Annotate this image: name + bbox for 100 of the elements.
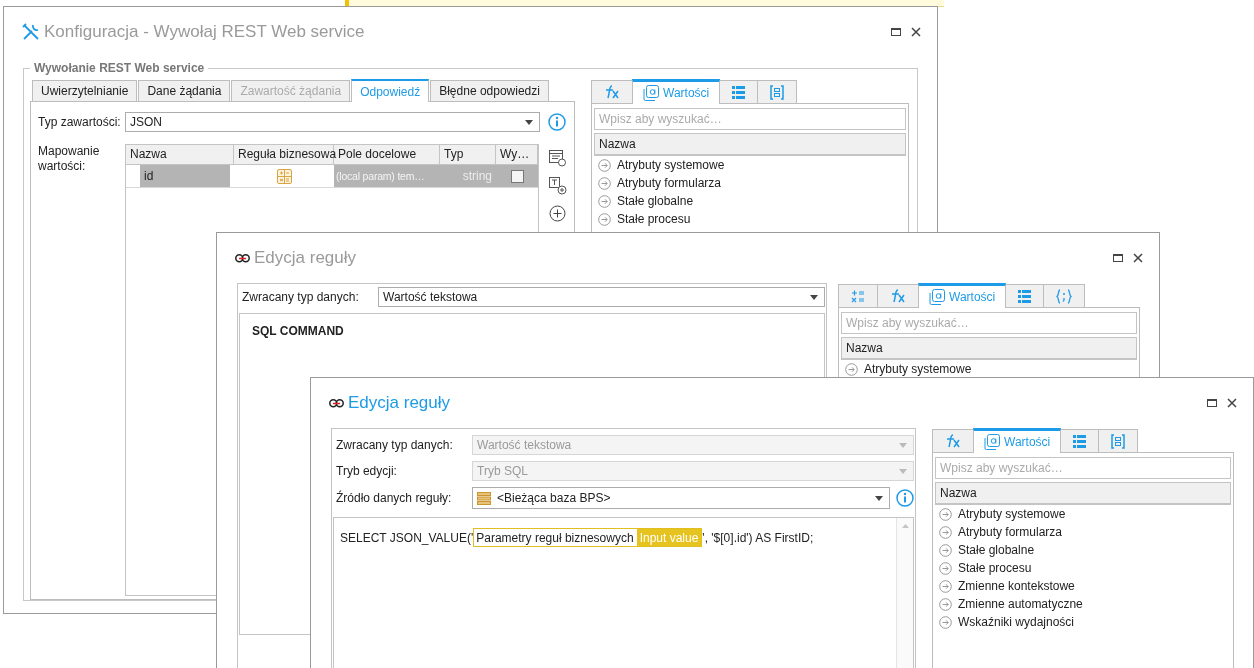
field-label: Źródło danych reguły: (336, 490, 453, 506)
panel-tab[interactable] (838, 284, 878, 307)
tab[interactable]: Błędne odpowiedzi (430, 80, 549, 101)
list-icon (1018, 289, 1032, 303)
dropdown-caret-icon (525, 119, 533, 125)
values-icon (929, 289, 945, 305)
field-label: Typ zawartości: (38, 114, 122, 130)
table-cell: string (440, 165, 496, 187)
minimize-icon[interactable] (1113, 254, 1123, 262)
table-cell: (local param) tem… (334, 165, 440, 187)
function-icon (890, 289, 906, 303)
tree-item[interactable]: Stałe globalne (935, 541, 1231, 559)
values-icon (643, 85, 659, 101)
close-icon[interactable] (1133, 253, 1143, 263)
field-label: Tryb edycji: (336, 463, 398, 479)
close-icon[interactable] (911, 27, 921, 37)
arrow-circle-icon (598, 194, 611, 208)
search-field[interactable]: Wpisz aby wyszukać… (841, 312, 1137, 334)
link-icon (235, 253, 250, 263)
panel-tab[interactable] (1098, 429, 1139, 452)
panel-tab[interactable] (1043, 284, 1086, 307)
wrench-icon (22, 23, 40, 41)
dropdown-caret-icon (899, 468, 907, 474)
dropdown-caret-icon (810, 294, 818, 300)
code-text: ', '$[0].id') AS FirstID; (702, 530, 814, 545)
database-icon (477, 491, 491, 505)
parameter-group: Parametry reguł biznesowych (476, 530, 634, 545)
field-label: Zwracany typ danych: (336, 437, 454, 453)
function-icon (604, 85, 620, 99)
tree-item[interactable]: Atrybuty systemowe (935, 505, 1231, 523)
search-field[interactable]: Wpisz aby wyszukać… (594, 108, 906, 130)
list-icon (1073, 434, 1087, 448)
parameter-value: Input value (636, 529, 702, 546)
content-type-select[interactable]: JSON (125, 112, 540, 132)
dropdown-caret-icon (899, 442, 907, 448)
arrow-circle-icon (939, 543, 952, 557)
add-icon[interactable] (549, 205, 566, 222)
arrow-circle-icon (598, 158, 611, 172)
tree-item[interactable]: Atrybuty systemowe (594, 156, 906, 174)
tree-item[interactable]: Atrybuty formularza (935, 523, 1231, 541)
field-label: Zwracany typ danych: (242, 289, 360, 305)
arrow-circle-icon (939, 579, 952, 593)
info-icon[interactable] (896, 489, 914, 507)
field-label: Mapowanie wartości: (38, 144, 101, 174)
tree-item[interactable]: Zmienne kontekstowe (935, 577, 1231, 595)
column-header: Nazwa (841, 337, 1137, 360)
tree-item[interactable]: Atrybuty formularza (594, 174, 906, 192)
values-icon (984, 434, 1000, 450)
code-braces-icon (1056, 288, 1073, 304)
tab[interactable]: Uwierzytelnianie (32, 80, 138, 101)
arrow-circle-icon (598, 176, 611, 190)
window-title: Edycja reguły (348, 393, 452, 413)
parameter-token[interactable]: Parametry reguł biznesowych Input value (473, 528, 703, 547)
tree-item[interactable]: Stałe procesu (594, 210, 906, 228)
scroll-up-icon (901, 524, 909, 528)
arrow-circle-icon (939, 561, 952, 575)
arrow-circle-icon (939, 597, 952, 611)
brackets-icon (1111, 433, 1126, 449)
text-add-icon[interactable] (549, 177, 567, 195)
panel-tab[interactable] (877, 284, 919, 307)
column-header: Nazwa (126, 145, 234, 164)
table-cell: id (140, 165, 230, 187)
data-source-select[interactable]: <Bieżąca baza BPS> (472, 487, 890, 509)
tree-item[interactable]: Atrybuty systemowe (841, 360, 1137, 378)
dropdown-caret-icon (875, 495, 883, 501)
minimize-icon[interactable] (891, 28, 901, 36)
select-field[interactable]: Wartość tekstowa (378, 287, 825, 307)
command-title: SQL COMMAND (252, 324, 344, 338)
minimize-icon[interactable] (1207, 399, 1217, 407)
window-title: Edycja reguły (254, 248, 358, 268)
list-icon (732, 85, 746, 99)
close-icon[interactable] (1227, 398, 1237, 408)
formula-icon (851, 289, 865, 303)
column-header: Nazwa (594, 133, 906, 156)
link-icon (329, 398, 344, 408)
window-title: Konfiguracja - Wywołaj REST Web service (44, 22, 366, 42)
info-icon[interactable] (548, 113, 566, 131)
tree-item[interactable]: Wskaźniki wydajności (935, 613, 1231, 631)
function-icon (945, 434, 961, 448)
tree-item[interactable]: Stałe globalne (594, 192, 906, 210)
tab[interactable]: Dane żądania (138, 80, 231, 101)
column-header: Typ (440, 145, 496, 164)
code-editor[interactable]: SELECT JSON_VALUE(' Parametry reguł biznesowych Input value ', '$[0].id') AS FirstID; (333, 517, 914, 668)
code-text: SELECT JSON_VALUE(' (340, 530, 474, 545)
panel-tab[interactable] (757, 80, 798, 103)
panel-tab[interactable] (591, 80, 633, 103)
table-refresh-icon[interactable] (549, 150, 567, 167)
search-field[interactable]: Wpisz aby wyszukać… (935, 457, 1231, 479)
column-header: Wy… (496, 145, 538, 164)
tree-item[interactable]: Stałe procesu (935, 559, 1231, 577)
tree-item[interactable]: Zmienne automatyczne (935, 595, 1231, 613)
column-header: Reguła biznesowa (234, 145, 334, 164)
group-title: Wywołanie REST Web service (33, 61, 206, 75)
arrow-circle-icon (939, 615, 952, 629)
column-header: Nazwa (935, 482, 1231, 505)
panel-tab[interactable] (932, 429, 974, 452)
arrow-circle-icon (598, 212, 611, 226)
arrow-circle-icon (939, 525, 952, 539)
arrow-circle-icon (939, 507, 952, 521)
checkbox[interactable] (510, 169, 524, 183)
